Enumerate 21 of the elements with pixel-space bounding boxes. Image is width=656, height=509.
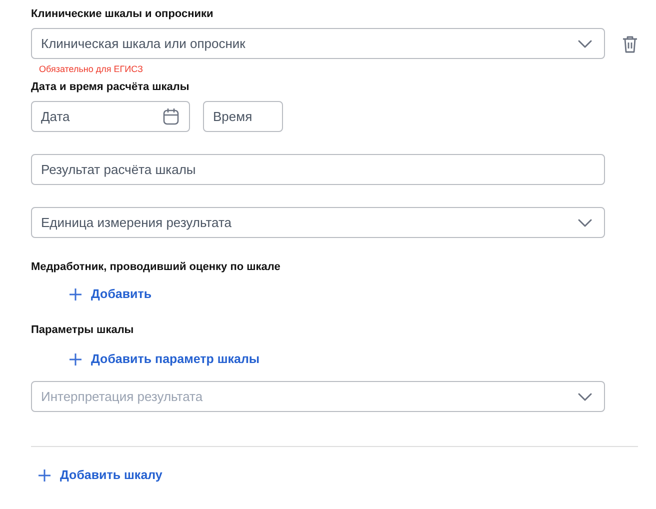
chevron-down-icon [578,218,592,226]
plus-icon [38,468,51,482]
section-label: Клинические шкалы и опросники [31,8,214,20]
select-field[interactable]: Единица измерения результата [31,207,605,238]
result-field[interactable]: Результат расчёта шкалы [31,154,605,185]
select-field[interactable]: Клиническая шкала или опросник [31,28,605,59]
time-field[interactable]: Время [203,101,283,132]
calendar-icon [163,108,179,125]
plus-icon [69,352,82,366]
error-message: Обязательно для ЕГИСЗ [39,64,144,74]
add-link[interactable]: Добавить [69,287,152,301]
plus-icon [69,288,82,300]
date-field[interactable]: Дата [31,101,190,132]
chevron-down-icon [578,392,592,400]
section-label: Медработник, проводивший оценку по шкале [31,261,282,273]
add-link[interactable]: Добавить шкалу [38,468,162,482]
add-link[interactable]: Добавить параметр шкалы [69,352,260,366]
section-label: Дата и время расчёта шкалы [31,81,190,93]
section-label: Параметры шкалы [31,324,135,336]
trash-icon[interactable] [622,34,638,52]
chevron-down-icon [578,40,592,48]
